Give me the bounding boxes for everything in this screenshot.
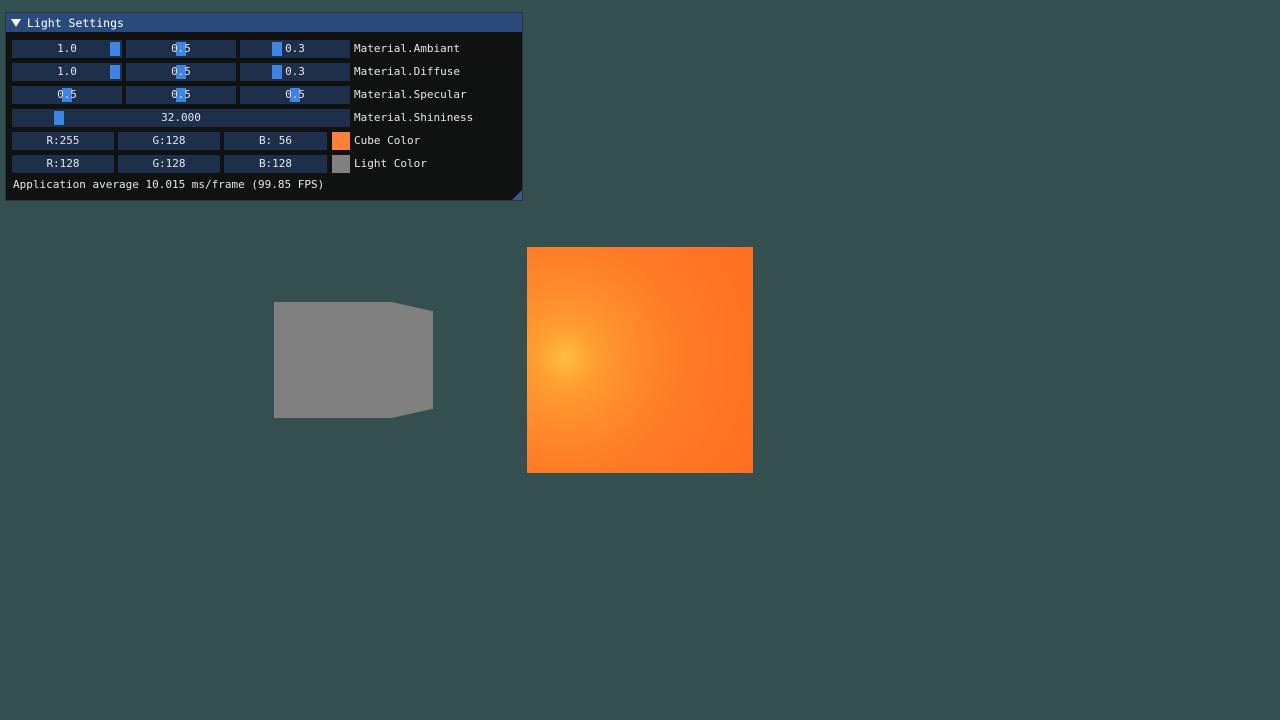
resize-grip[interactable] [512,190,522,200]
cube-color-r-field[interactable]: R:255 [12,132,114,150]
shininess-label: Material.Shininess [354,111,474,124]
light-color-g-field[interactable]: G:128 [118,155,220,173]
slider-value: 0.5 [171,88,191,101]
diffuse-slider-1[interactable]: 0.5 [126,63,236,81]
ambient-slider-2[interactable]: 0.3 [240,40,350,58]
light-color-label: Light Color [354,157,427,170]
diffuse-label: Material.Diffuse [354,65,460,78]
ambient-slider-0[interactable]: 1.0 [12,40,122,58]
specular-label: Material.Specular [354,88,467,101]
ambient-label: Material.Ambiant [354,42,460,55]
fps-status: Application average 10.015 ms/frame (99.… [13,178,325,191]
cube-color-g-field[interactable]: G:128 [118,132,220,150]
window-title: Light Settings [27,15,124,30]
slider-value: 32.000 [161,111,201,124]
slider-value: 1.0 [57,65,77,78]
lit-cube [527,247,753,473]
light-source-cube [274,302,433,418]
diffuse-slider-2[interactable]: 0.3 [240,63,350,81]
light-color-swatch[interactable] [332,155,350,173]
slider-value: 1.0 [57,42,77,55]
slider-value: 0.5 [285,88,305,101]
slider-value: 0.3 [285,65,305,78]
diffuse-slider-0[interactable]: 1.0 [12,63,122,81]
light-color-r-field[interactable]: R:128 [12,155,114,173]
shininess-slider[interactable]: 32.000 [12,109,350,127]
cube-color-swatch[interactable] [332,132,350,150]
slider-value: 0.5 [171,65,191,78]
cube-color-label: Cube Color [354,134,421,147]
slider-value: 0.3 [285,42,305,55]
window-titlebar[interactable]: Light Settings [6,13,522,32]
specular-slider-2[interactable]: 0.5 [240,86,350,104]
slider-value: 0.5 [57,88,77,101]
light-color-b-field[interactable]: B:128 [224,155,327,173]
slider-value: 0.5 [171,42,191,55]
triangle-down-icon[interactable] [11,18,21,27]
ambient-slider-1[interactable]: 0.5 [126,40,236,58]
cube-color-b-field[interactable]: B: 56 [224,132,327,150]
light-settings-window: Light Settings 1.0 0.5 0.3 Material.Ambi… [5,12,523,201]
specular-slider-1[interactable]: 0.5 [126,86,236,104]
specular-slider-0[interactable]: 0.5 [12,86,122,104]
